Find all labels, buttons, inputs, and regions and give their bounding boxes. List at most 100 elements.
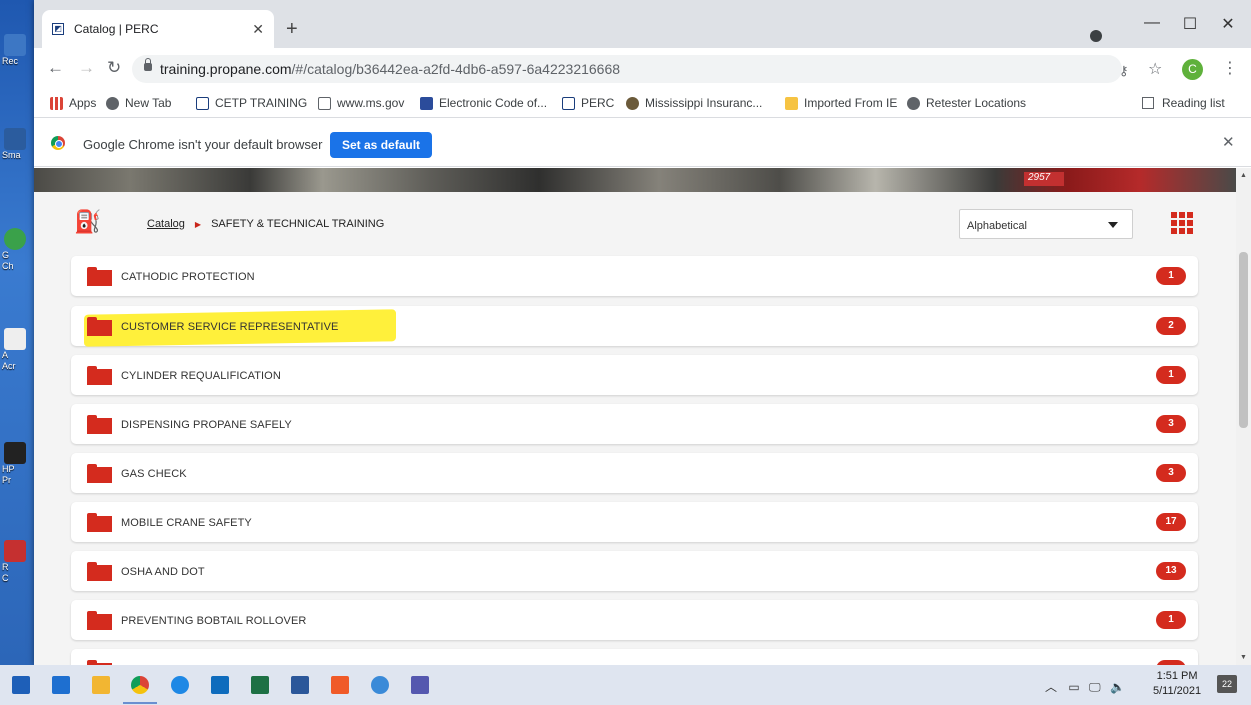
maximize-button[interactable]: ☐ (1180, 14, 1200, 34)
catalog-item[interactable]: OSHA AND DOT 13 (71, 551, 1198, 591)
bookmark-label: Electronic Code of... (439, 96, 548, 110)
url-path: /#/catalog/b36442ea-a2fd-4db6-a597-6a422… (291, 61, 621, 77)
close-tab-icon[interactable]: ✕ (252, 21, 264, 38)
chrome-logo-icon (51, 136, 65, 150)
hp-shortcut-icon (4, 442, 26, 464)
grid-view-icon[interactable] (1171, 212, 1193, 234)
battery-icon[interactable]: ▭ (1068, 680, 1079, 694)
item-count-badge: 1 (1156, 366, 1186, 384)
bookmark-new-tab[interactable]: New Tab (106, 96, 171, 110)
scrollbar-thumb[interactable] (1239, 252, 1248, 428)
page-scrollbar[interactable]: ▲ ▼ (1236, 168, 1251, 665)
catalog-item[interactable]: GAS CHECK 3 (71, 453, 1198, 493)
sort-select[interactable]: Alphabetical (959, 209, 1133, 239)
close-window-button[interactable]: ✕ (1218, 14, 1238, 34)
internet-explorer-icon[interactable] (171, 676, 189, 694)
volume-icon[interactable]: 🔈 (1110, 680, 1125, 694)
network-app-icon[interactable] (371, 676, 389, 694)
minimize-button[interactable]: — (1142, 14, 1162, 32)
system-tray[interactable]: ︿ ▭ 🖵 🔈 (1045, 678, 1125, 695)
globe-icon (106, 96, 119, 110)
tab-strip: ◩ Catalog | PERC ✕ + — ☐ ✕ (34, 0, 1251, 48)
word-icon[interactable] (291, 676, 309, 694)
reading-list-button[interactable]: Reading list (1142, 96, 1225, 110)
desktop-icon[interactable]: Rec (0, 34, 34, 67)
bookmark-imported-from-ie[interactable]: Imported From IE (785, 96, 897, 110)
taskbar-clock[interactable]: 1:51 PM 5/11/2021 (1153, 669, 1201, 699)
breadcrumb-arrow-icon: ▶ (194, 219, 202, 229)
address-bar[interactable]: training.propane.com/#/catalog/b36442ea-… (132, 55, 1122, 83)
bookmark-star-icon[interactable]: ☆ (1148, 59, 1162, 79)
desktop-icon[interactable]: G Ch (0, 228, 34, 272)
globe-icon (907, 96, 920, 110)
perc-logo-icon[interactable]: ⛽ (74, 210, 101, 234)
doc-icon (318, 96, 331, 110)
tab-title: Catalog | PERC (74, 22, 159, 36)
bookmark-ms-gov[interactable]: www.ms.gov (318, 96, 404, 110)
media-player-icon[interactable] (52, 676, 70, 694)
catalog-item-name: OSHA AND DOT (121, 566, 205, 578)
catalog-item-name: PREVENTING BOBTAIL ROLLOVER (121, 615, 307, 627)
apps-icon (50, 96, 63, 110)
browser-tab[interactable]: ◩ Catalog | PERC ✕ (42, 10, 274, 48)
desktop-icon[interactable]: HP Pr (0, 442, 34, 486)
network-icon[interactable]: 🖵 (1089, 680, 1101, 694)
catalog-item[interactable]: CYLINDER REQUALIFICATION 1 (71, 355, 1198, 395)
desktop-icon[interactable]: A Acr (0, 328, 34, 372)
back-button[interactable]: ← (47, 58, 64, 78)
catalog-item-name: CUSTOMER SERVICE REPRESENTATIVE (121, 321, 339, 333)
perc-icon (196, 96, 209, 110)
reading-list-label: Reading list (1162, 96, 1225, 110)
scroll-up-icon[interactable]: ▲ (1240, 172, 1247, 179)
chrome-menu-icon[interactable]: ⋮ (1222, 58, 1238, 78)
new-tab-button[interactable]: + (286, 19, 298, 39)
catalog-item-name: DISPENSING PROPANE SAFELY (121, 419, 292, 431)
folder-icon (87, 562, 112, 581)
bookmark-ms-insurance[interactable]: Mississippi Insuranc... (626, 96, 762, 110)
bookmark-retester-locations[interactable]: Retester Locations (907, 96, 1026, 110)
breadcrumb: Catalog ▶ SAFETY & TECHNICAL TRAINING (147, 218, 384, 230)
gpo-icon (420, 96, 433, 110)
chrome-icon[interactable] (123, 676, 157, 704)
bookmark-perc[interactable]: PERC (562, 96, 614, 110)
media-control-icon[interactable] (1090, 30, 1102, 42)
chevron-up-icon[interactable]: ︿ (1045, 680, 1057, 694)
desktop-icon[interactable]: Sma (0, 128, 34, 161)
lock-icon (144, 58, 152, 71)
desktop-icon-label: G Ch (2, 250, 14, 271)
item-count-badge: 3 (1156, 464, 1186, 482)
catalog-item[interactable]: CUSTOMER SERVICE REPRESENTATIVE 2 (71, 306, 1198, 347)
close-infobar-icon[interactable]: ✕ (1222, 133, 1235, 151)
desktop-icon-label: Sma (2, 150, 21, 160)
notification-center-icon[interactable]: 22 (1217, 675, 1237, 693)
bookmark-ecfr[interactable]: Electronic Code of... (420, 96, 547, 110)
catalog-item[interactable] (71, 649, 1198, 665)
scroll-down-icon[interactable]: ▼ (1240, 654, 1247, 661)
profile-avatar[interactable]: C (1182, 59, 1203, 80)
folder-icon (87, 267, 112, 286)
forward-button[interactable]: → (78, 58, 95, 78)
outlook-icon[interactable] (211, 676, 229, 694)
bookmark-apps[interactable]: Apps (50, 96, 96, 110)
catalog-item[interactable]: MOBILE CRANE SAFETY 17 (71, 502, 1198, 542)
folder-icon (87, 366, 112, 385)
desktop-icon[interactable]: R C (0, 540, 34, 584)
desktop-icon-label: A Acr (2, 350, 16, 371)
catalog-header: ⛽ Catalog ▶ SAFETY & TECHNICAL TRAINING … (56, 198, 1206, 250)
catalog-item[interactable]: CATHODIC PROTECTION 1 (71, 256, 1198, 296)
breadcrumb-catalog-link[interactable]: Catalog (147, 218, 185, 230)
bookmark-cetp-training[interactable]: CETP TRAINING (196, 96, 307, 110)
file-explorer-icon[interactable] (92, 676, 110, 694)
set-as-default-button[interactable]: Set as default (330, 132, 433, 158)
catalog-item-name: MOBILE CRANE SAFETY (121, 517, 252, 529)
reload-button[interactable]: ↻ (107, 58, 121, 78)
excel-icon[interactable] (251, 676, 269, 694)
acrobat-shortcut-icon (4, 328, 26, 350)
b-app-icon[interactable] (331, 676, 349, 694)
windows-start-icon[interactable] (12, 676, 30, 694)
catalog-item[interactable]: DISPENSING PROPANE SAFELY 3 (71, 404, 1198, 444)
key-icon[interactable]: ⚷ (1119, 63, 1129, 79)
teams-icon[interactable] (411, 676, 429, 694)
item-count-badge: 17 (1156, 513, 1186, 531)
catalog-item[interactable]: PREVENTING BOBTAIL ROLLOVER 1 (71, 600, 1198, 640)
